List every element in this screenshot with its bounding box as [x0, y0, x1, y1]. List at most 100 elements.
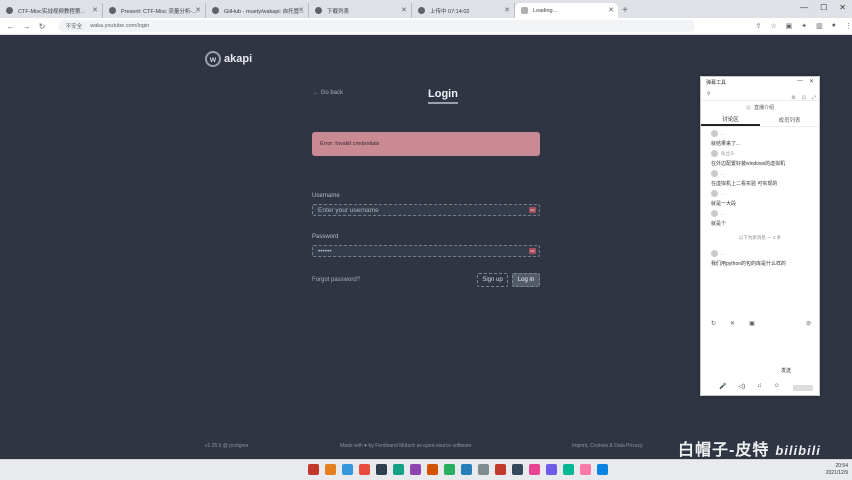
app-icon[interactable]	[580, 464, 591, 475]
close-window-icon[interactable]: ✕	[839, 3, 846, 12]
chat-message: ... 就结果来了...	[701, 127, 819, 147]
browser-tab[interactable]: Present: CTF-Misc 流量分析-... ✕	[103, 3, 206, 18]
error-alert: Error: Invalid credentials	[312, 132, 540, 156]
app-icon[interactable]	[325, 464, 336, 475]
app-icon[interactable]	[597, 464, 608, 475]
app-icon[interactable]	[376, 464, 387, 475]
app-icon[interactable]	[444, 464, 455, 475]
chat-text: 在外边配置好装windows的虚拟机	[711, 161, 786, 167]
wakapi-logo[interactable]: w akapi	[205, 51, 252, 67]
profile-icon[interactable]: ●	[832, 22, 836, 30]
menu-icon[interactable]: ⋮	[845, 22, 852, 30]
danmaku-chat-panel: 弹幕工具 — ✕ ⚲ ⚙ ⊡ ⤢ 直播介绍 讨论区 成员列表 ... 就结果来了... …	[700, 76, 820, 396]
close-icon[interactable]: ✕	[92, 6, 98, 14]
chat-text: 在虚拟机上二看实验 可实现的	[711, 181, 778, 187]
clock-date: 2021/12/9	[825, 470, 848, 476]
password-manager-icon[interactable]: •••	[529, 207, 536, 213]
login-button[interactable]: Log in	[512, 273, 540, 287]
reload-icon[interactable]: ↻	[36, 22, 48, 31]
app-icon[interactable]	[393, 464, 404, 475]
chat-user: ...	[721, 191, 725, 196]
close-icon[interactable]: ✕	[809, 78, 814, 85]
block-icon[interactable]: ✕	[730, 320, 735, 327]
imprint-link[interactable]: Imprint, Cookies & Data Privacy	[572, 443, 643, 449]
close-icon[interactable]: ✕	[504, 6, 510, 14]
minimize-icon[interactable]: —	[797, 78, 803, 85]
lock-icon[interactable]: ⊡	[802, 95, 806, 101]
tab-members[interactable]: 成员列表	[760, 113, 819, 126]
send-button[interactable]	[793, 385, 813, 391]
minimize-icon[interactable]: —	[800, 3, 808, 12]
chat-message: ... 就是个	[701, 207, 819, 227]
refresh-icon[interactable]: ↻	[711, 320, 716, 327]
username-field[interactable]: •••	[312, 204, 540, 216]
github-icon	[212, 7, 219, 14]
app-icon[interactable]	[359, 464, 370, 475]
chat-user: ...	[721, 171, 725, 176]
signup-button[interactable]: Sign up	[477, 273, 508, 287]
password-field[interactable]: •••••• •••	[312, 245, 540, 257]
star-icon[interactable]: ☆	[770, 22, 776, 30]
security-warning[interactable]: 不安全	[66, 22, 83, 30]
version-text: v1.35.5 @ postgres	[205, 443, 249, 449]
new-messages-divider[interactable]: 以下为新消息 — 2 条	[701, 235, 819, 241]
puzzle-icon[interactable]: ✦	[801, 22, 807, 30]
music-icon[interactable]: ♫	[757, 383, 762, 390]
download-icon	[315, 7, 322, 14]
app-icon[interactable]	[478, 464, 489, 475]
close-icon[interactable]: ✕	[195, 6, 201, 14]
send-label[interactable]: 发送	[781, 367, 791, 374]
app-icon[interactable]	[427, 464, 438, 475]
app-icon[interactable]	[529, 464, 540, 475]
tab-favicon-icon	[521, 7, 528, 14]
close-icon[interactable]: ✕	[608, 6, 614, 14]
app-icon[interactable]	[308, 464, 319, 475]
forward-icon[interactable]: →	[21, 22, 33, 31]
expand-icon[interactable]: ⤢	[812, 95, 816, 101]
username-input[interactable]	[318, 206, 518, 214]
pin-icon[interactable]: ⚲	[707, 91, 711, 97]
app-icon[interactable]	[563, 464, 574, 475]
browser-tab[interactable]: GitHub - muety/wakapi: 自托管... ✕	[206, 3, 309, 18]
app-icon[interactable]	[546, 464, 557, 475]
emoji-icon[interactable]: ☺	[774, 383, 780, 390]
extension-icon[interactable]: ▣	[786, 22, 793, 30]
report-icon[interactable]: ⊘	[806, 320, 811, 327]
sidebar-icon[interactable]: ▥	[816, 22, 823, 30]
chat-title: 弹幕工具	[706, 79, 727, 86]
url-field[interactable]: 不安全 waka.youtube.com/login	[57, 20, 696, 32]
close-icon[interactable]: ✕	[298, 6, 304, 14]
chat-user: ...	[721, 211, 725, 216]
new-tab-button[interactable]: +	[618, 3, 632, 18]
share-icon[interactable]: ⇪	[755, 22, 761, 30]
logo-text: akapi	[224, 53, 253, 65]
maximize-icon[interactable]: ☐	[820, 3, 827, 12]
browser-tab[interactable]: 下载列表 ✕	[309, 3, 412, 18]
browser-tab[interactable]: CTF-Misc实战视频教程第... ✕	[0, 3, 103, 18]
system-clock[interactable]: 20:54 2021/12/9	[826, 463, 848, 477]
speaker-icon[interactable]: ◁)	[738, 383, 745, 390]
app-icon[interactable]	[342, 464, 353, 475]
avatar	[711, 250, 718, 257]
browser-tab-active[interactable]: Loading... ✕	[515, 3, 618, 18]
chat-tabs: 讨论区 成员列表	[701, 113, 819, 127]
app-icon[interactable]	[410, 464, 421, 475]
avatar	[711, 130, 718, 137]
chat-input-tools: 🎤 ◁) ♫ ☺	[719, 383, 780, 390]
mic-icon[interactable]: 🎤	[719, 383, 726, 390]
tab-discussion[interactable]: 讨论区	[701, 113, 760, 126]
settings-icon[interactable]: ⚙	[791, 95, 795, 101]
back-icon[interactable]: ←	[5, 22, 17, 31]
app-icon[interactable]	[512, 464, 523, 475]
gift-icon[interactable]: ▣	[749, 320, 755, 327]
password-input[interactable]: ••••••	[318, 248, 332, 255]
password-manager-icon[interactable]: •••	[529, 248, 536, 254]
forgot-password-link[interactable]: Forgot password?	[312, 277, 360, 283]
live-intro[interactable]: 直播介绍	[701, 101, 819, 113]
url-text: waka.youtube.com/login	[90, 23, 150, 29]
app-icon[interactable]	[495, 464, 506, 475]
app-icon[interactable]	[461, 464, 472, 475]
close-icon[interactable]: ✕	[401, 6, 407, 14]
go-back-link[interactable]: ← Go back	[313, 90, 343, 96]
browser-tab[interactable]: 上传中 07:14:02 ✕	[412, 3, 515, 18]
